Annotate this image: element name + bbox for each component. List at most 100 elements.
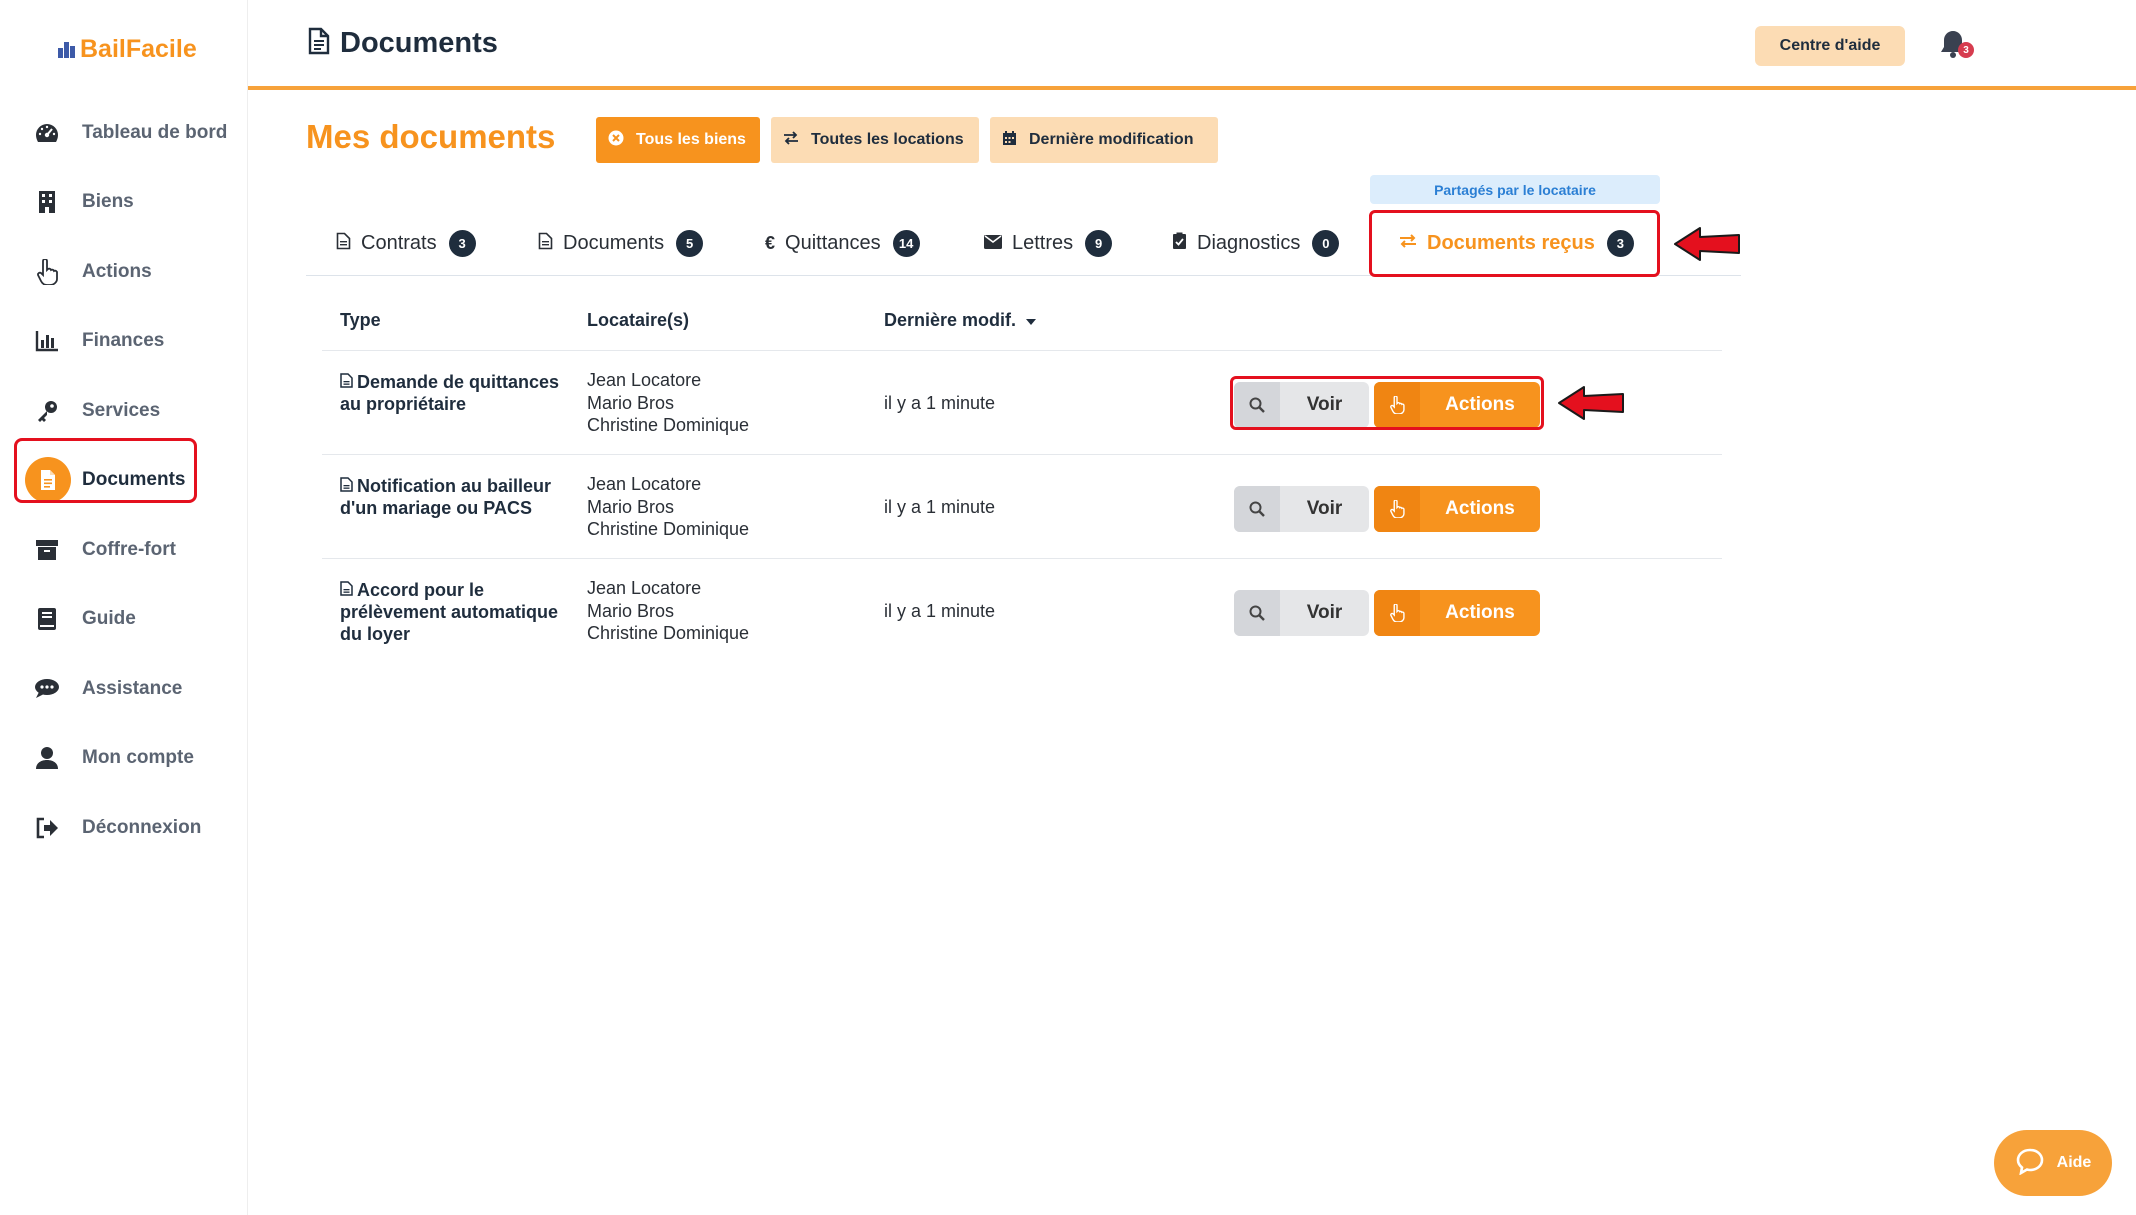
tab-count-badge: 9	[1085, 229, 1113, 257]
tenants-cell: Jean Locatore Mario Bros Christine Domin…	[587, 369, 749, 437]
sidebar-item-biens[interactable]: Biens	[0, 168, 248, 238]
document-icon	[340, 371, 353, 393]
tab-diagnostics[interactable]: Diagnostics 0	[1172, 210, 1340, 276]
bar-chart-icon	[32, 326, 62, 356]
sidebar-item-tableau-de-bord[interactable]: Tableau de bord	[0, 98, 248, 168]
sidebar-item-documents[interactable]: Documents	[0, 446, 248, 516]
document-icon	[336, 232, 351, 255]
search-icon	[1234, 486, 1280, 532]
filter-all-rentals-button[interactable]: Toutes les locations	[771, 117, 979, 163]
clipboard-check-icon	[1172, 232, 1187, 255]
document-tabs: Contrats 3 Documents 5 € Quittances 14 L…	[306, 210, 1741, 276]
filter-all-properties-button[interactable]: Tous les biens	[596, 117, 760, 163]
tenant-name: Christine Dominique	[587, 623, 750, 643]
exchange-icon	[783, 130, 799, 150]
sidebar-item-coffre-fort[interactable]: Coffre-fort	[0, 515, 248, 585]
tenant-name: Christine Dominique	[587, 415, 750, 435]
table-row: Notification au bailleur d'un mariage ou…	[322, 454, 1722, 558]
tab-contrats[interactable]: Contrats 3	[336, 210, 476, 276]
actions-button[interactable]: Actions	[1374, 590, 1540, 636]
pointer-hand-icon	[32, 257, 62, 287]
sidebar-item-label: Services	[82, 399, 161, 421]
sidebar-item-actions[interactable]: Actions	[0, 237, 248, 307]
tenant-name: Mario Bros	[587, 600, 675, 621]
chat-bubble-icon	[2015, 1147, 2045, 1180]
tab-label: Documents	[563, 231, 665, 254]
view-button-label: Voir	[1306, 394, 1343, 415]
sidebar-item-label: Coffre-fort	[82, 538, 176, 560]
tab-label: Contrats	[361, 231, 437, 254]
tab-documents[interactable]: Documents 5	[538, 210, 704, 276]
logo-text: BailFacile	[80, 34, 197, 63]
actions-button-label: Actions	[1445, 602, 1515, 623]
sidebar-item-label: Finances	[82, 330, 165, 352]
column-header-modified[interactable]: Dernière modif.	[884, 310, 1037, 331]
pointer-hand-icon	[1374, 382, 1420, 428]
tenant-name: Jean Locatore	[587, 474, 702, 494]
sidebar-item-mon-compte[interactable]: Mon compte	[0, 724, 248, 794]
sidebar: BailFacile Tableau de bord Biens Actions…	[0, 0, 248, 1215]
sidebar-item-guide[interactable]: Guide	[0, 585, 248, 655]
actions-button[interactable]: Actions	[1374, 382, 1540, 428]
sidebar-item-label: Déconnexion	[82, 816, 202, 838]
view-button[interactable]: Voir	[1234, 486, 1369, 532]
logout-icon	[32, 813, 62, 843]
tab-count-badge: 3	[448, 229, 476, 257]
filter-last-modified-button[interactable]: Dernière modification	[990, 117, 1218, 163]
tab-label: Lettres	[1012, 231, 1074, 254]
red-arrow-icon	[1558, 386, 1624, 420]
user-icon	[32, 743, 62, 773]
actions-button-label: Actions	[1445, 394, 1515, 415]
sidebar-item-services[interactable]: Services	[0, 376, 248, 446]
page-title: Documents	[340, 27, 498, 59]
modified-date-cell: il y a 1 minute	[884, 601, 996, 621]
page-title-group: Documents	[308, 27, 498, 60]
gauge-icon	[32, 118, 62, 148]
column-header-type: Type	[340, 310, 381, 330]
tenants-cell: Jean Locatore Mario Bros Christine Domin…	[587, 577, 749, 645]
column-header-tenants: Locataire(s)	[587, 310, 690, 330]
tab-count-badge: 3	[1606, 229, 1634, 257]
sidebar-item-finances[interactable]: Finances	[0, 307, 248, 377]
view-button[interactable]: Voir	[1234, 382, 1369, 428]
sidebar-item-deconnexion[interactable]: Déconnexion	[0, 793, 248, 863]
tenants-cell: Jean Locatore Mario Bros Christine Domin…	[587, 473, 749, 541]
notification-badge: 3	[1958, 42, 1974, 58]
sidebar-item-label: Assistance	[82, 677, 183, 699]
search-icon	[1234, 382, 1280, 428]
view-button[interactable]: Voir	[1234, 590, 1369, 636]
tab-lettres[interactable]: Lettres 9	[984, 210, 1113, 276]
tab-label: Quittances	[785, 231, 881, 254]
tab-quittances[interactable]: € Quittances 14	[765, 210, 920, 276]
table-row: Accord pour le prélèvement automatique d…	[322, 558, 1722, 662]
actions-button-label: Actions	[1445, 498, 1515, 519]
filter-label: Tous les biens	[636, 131, 746, 148]
help-chat-button[interactable]: Aide	[1994, 1130, 2112, 1196]
tab-label: Diagnostics	[1197, 231, 1301, 254]
view-button-label: Voir	[1306, 498, 1343, 519]
tenant-name: Christine Dominique	[587, 519, 750, 539]
document-type-label: Demande de quittances au propriétaire	[340, 372, 560, 414]
pointer-hand-icon	[1374, 590, 1420, 636]
table-row: Demande de quittances au propriétaire Je…	[322, 350, 1722, 454]
sort-desc-icon	[1025, 310, 1037, 331]
logo[interactable]: BailFacile	[58, 34, 197, 64]
help-chat-label: Aide	[2056, 1154, 2092, 1171]
actions-button[interactable]: Actions	[1374, 486, 1540, 532]
document-type-label: Accord pour le prélèvement automatique d…	[340, 580, 559, 644]
sidebar-item-label: Documents	[82, 469, 186, 491]
tab-documents-recus[interactable]: Documents reçus 3	[1399, 210, 1634, 276]
modified-date-cell: il y a 1 minute	[884, 393, 996, 413]
document-icon	[25, 457, 71, 504]
tenant-name: Mario Bros	[587, 392, 675, 413]
tenant-name: Mario Bros	[587, 496, 675, 517]
tab-count-badge: 14	[892, 229, 920, 257]
filter-label: Toutes les locations	[811, 131, 964, 148]
document-type-cell: Notification au bailleur d'un mariage ou…	[340, 475, 570, 519]
sidebar-nav: Tableau de bord Biens Actions Finances S…	[0, 98, 248, 863]
help-center-button[interactable]: Centre d'aide	[1755, 26, 1905, 66]
tab-count-badge: 0	[1312, 229, 1340, 257]
red-arrow-icon	[1674, 227, 1740, 261]
pointer-hand-icon	[1374, 486, 1420, 532]
sidebar-item-assistance[interactable]: Assistance	[0, 654, 248, 724]
